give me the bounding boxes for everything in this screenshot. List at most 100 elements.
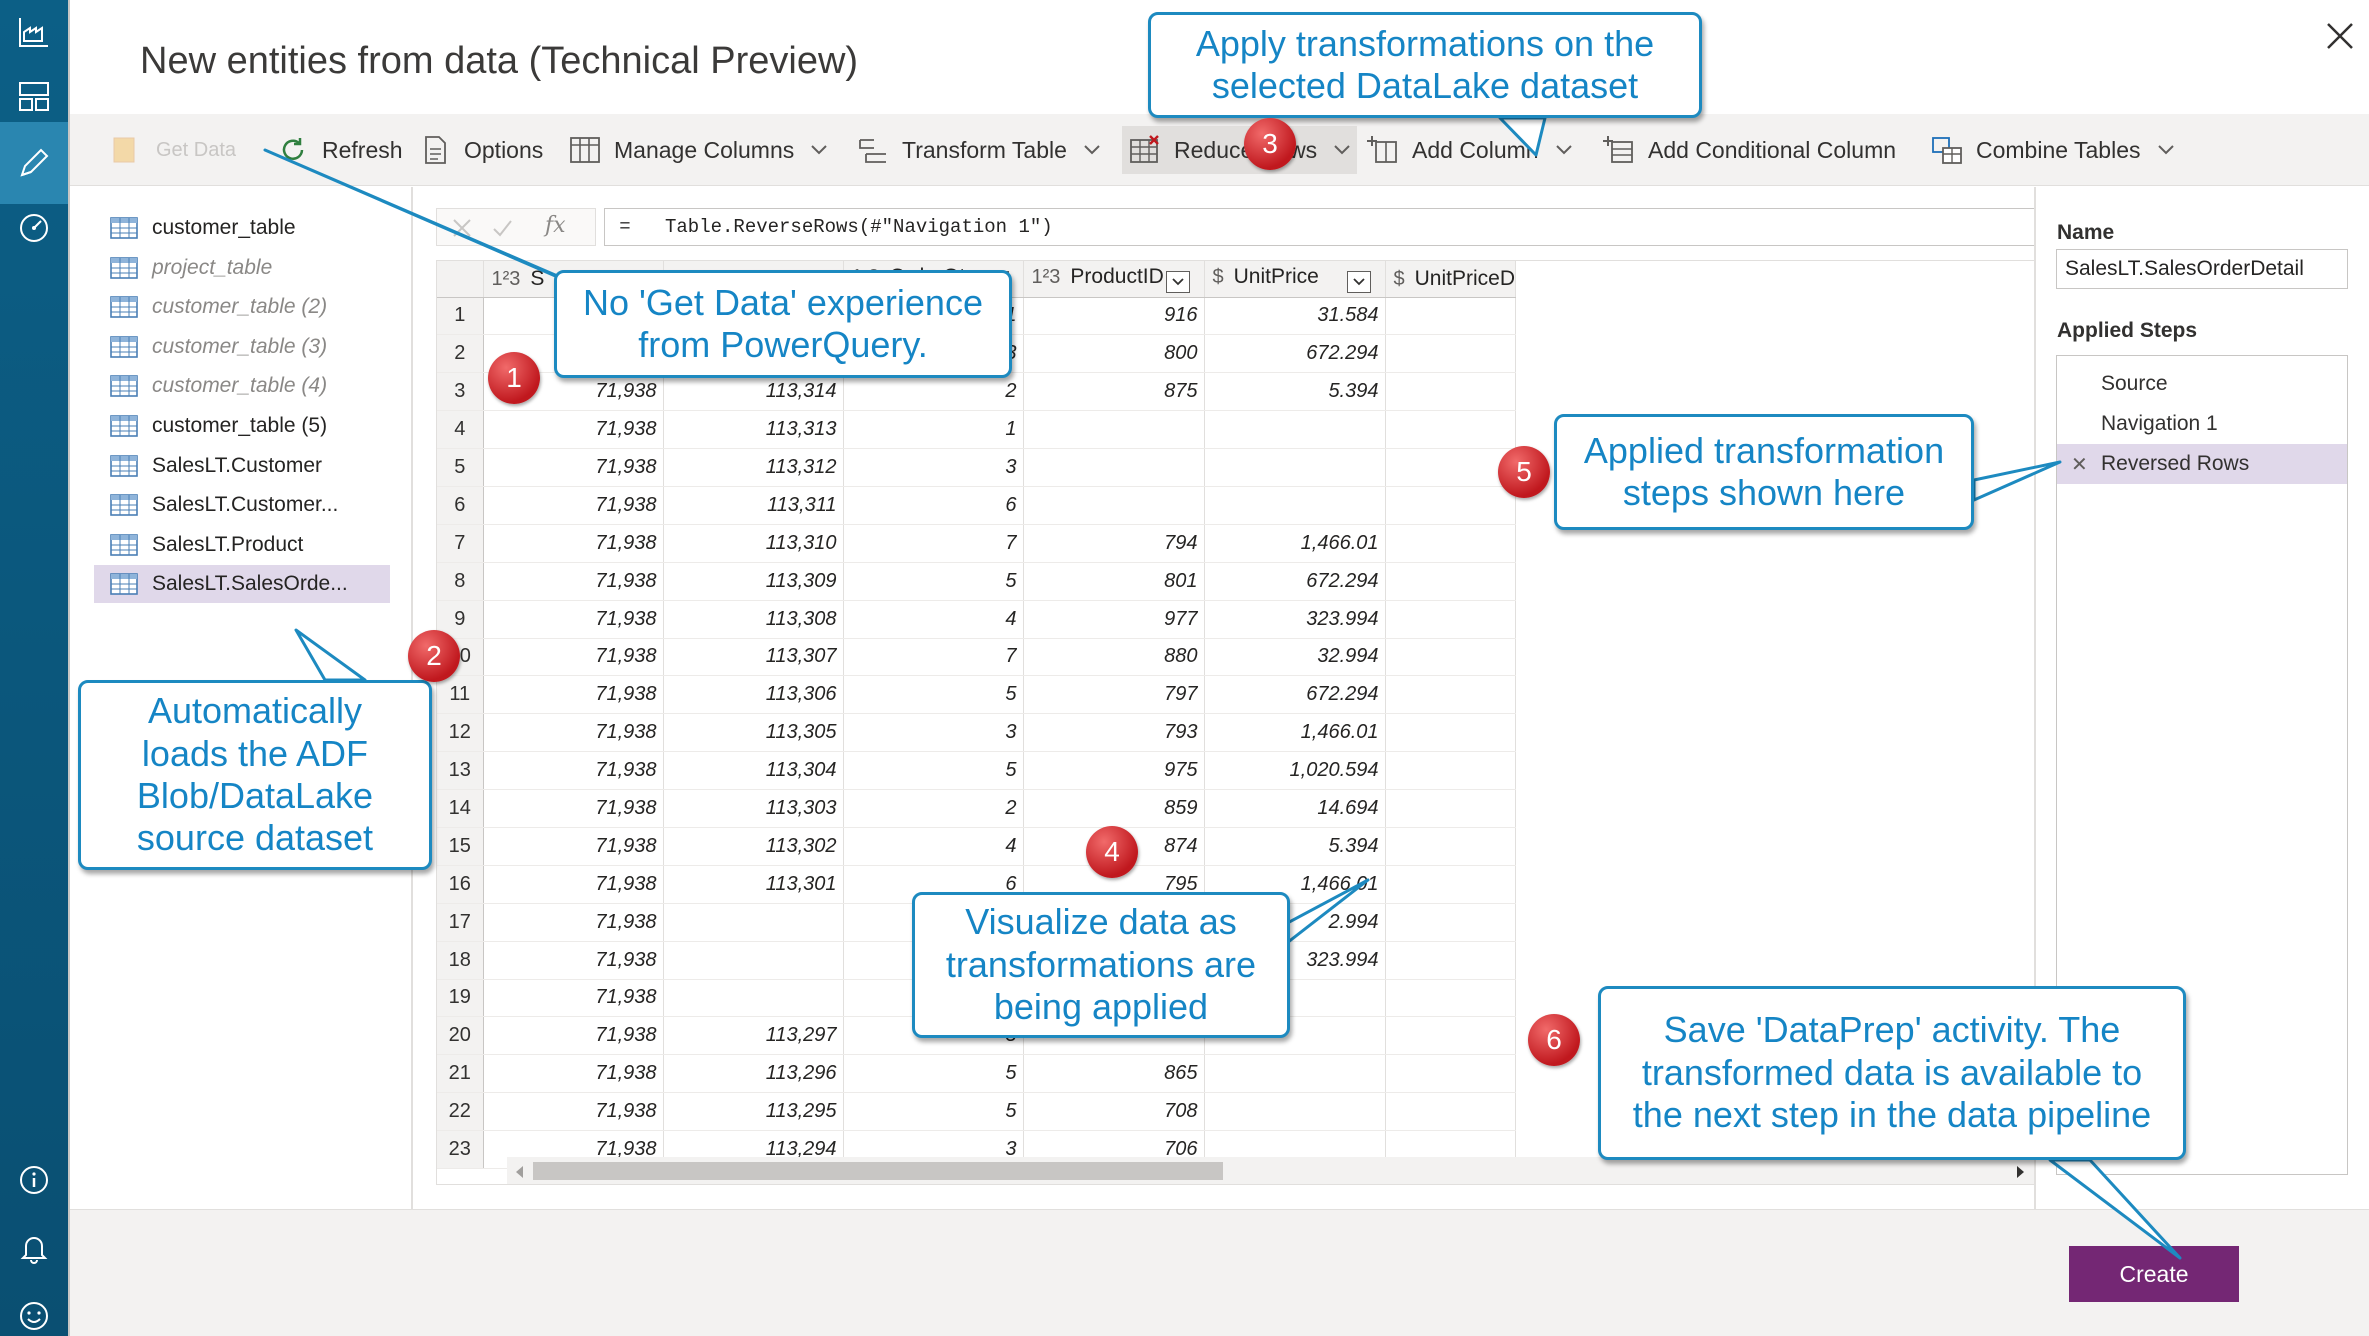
get-data-button[interactable]: Get Data <box>110 126 236 174</box>
table-cell[interactable]: 672.294 <box>1204 334 1386 374</box>
table-cell[interactable]: 71,938 <box>483 600 664 639</box>
table-cell[interactable]: 4 <box>843 827 1024 866</box>
table-cell[interactable]: 793 <box>1023 713 1205 753</box>
horizontal-scrollbar[interactable] <box>507 1157 2048 1184</box>
table-cell[interactable]: 3 <box>843 713 1024 753</box>
smiley-feedback-icon[interactable] <box>10 1292 58 1336</box>
table-cell[interactable] <box>1023 486 1205 525</box>
table-cell[interactable]: 113,306 <box>663 675 844 715</box>
table-cell[interactable]: 113,314 <box>663 372 844 412</box>
table-cell[interactable]: 672.294 <box>1204 562 1386 601</box>
table-cell[interactable]: 113,304 <box>663 751 844 791</box>
table-cell[interactable] <box>663 903 844 942</box>
table-cell[interactable]: 875 <box>1023 372 1205 412</box>
table-cell[interactable] <box>1385 486 1516 525</box>
table-cell[interactable]: 32.994 <box>1204 638 1386 677</box>
table-cell[interactable]: 71,938 <box>483 486 664 525</box>
table-cell[interactable] <box>1385 713 1516 753</box>
table-cell[interactable] <box>1385 334 1516 374</box>
table-cell[interactable] <box>1385 1092 1516 1132</box>
table-cell[interactable]: 71,938 <box>483 941 664 980</box>
cancel-formula-icon[interactable] <box>451 217 473 239</box>
table-cell[interactable]: 708 <box>1023 1092 1205 1132</box>
table-cell[interactable]: 5 <box>843 1092 1024 1132</box>
table-cell[interactable]: 859 <box>1023 789 1205 828</box>
author-pencil-icon[interactable] <box>0 122 68 204</box>
monitor-gauge-icon[interactable] <box>10 204 58 252</box>
table-cell[interactable]: 801 <box>1023 562 1205 601</box>
table-cell[interactable] <box>1023 410 1205 450</box>
table-cell[interactable]: 71,938 <box>483 1092 664 1132</box>
applied-step[interactable]: Source <box>2057 364 2347 404</box>
scroll-left-icon[interactable] <box>513 1165 525 1179</box>
horizontal-scroll-thumb[interactable] <box>533 1162 1223 1180</box>
table-cell[interactable] <box>663 941 844 980</box>
table-cell[interactable] <box>1385 941 1516 980</box>
table-cell[interactable]: 7 <box>843 524 1024 563</box>
table-cell[interactable]: 71,938 <box>483 713 664 753</box>
table-cell[interactable]: 71,938 <box>483 751 664 791</box>
combine-tables-button[interactable]: Combine Tables <box>1930 126 2175 174</box>
table-cell[interactable] <box>1385 562 1516 601</box>
table-cell[interactable] <box>1385 903 1516 942</box>
bell-icon[interactable] <box>10 1224 58 1272</box>
table-cell[interactable]: 5.394 <box>1204 372 1386 412</box>
table-cell[interactable]: 113,310 <box>663 524 844 563</box>
table-cell[interactable]: 31.584 <box>1204 297 1386 336</box>
table-cell[interactable]: 71,938 <box>483 979 664 1018</box>
table-cell[interactable] <box>1204 410 1386 450</box>
nav-query-item[interactable]: customer_table (2) <box>94 288 390 326</box>
table-cell[interactable] <box>1385 827 1516 866</box>
nav-query-item[interactable]: customer_table (5) <box>94 407 390 445</box>
table-cell[interactable]: 4 <box>843 600 1024 639</box>
table-cell[interactable]: 113,296 <box>663 1054 844 1094</box>
table-cell[interactable] <box>1204 486 1386 525</box>
column-header[interactable]: $ UnitPriceD <box>1385 261 1516 298</box>
table-cell[interactable]: 5 <box>843 675 1024 715</box>
table-cell[interactable] <box>1385 524 1516 563</box>
table-cell[interactable]: 1,020.594 <box>1204 751 1386 791</box>
add-conditional-column-button[interactable]: Add Conditional Column <box>1602 126 1896 174</box>
table-cell[interactable]: 14.694 <box>1204 789 1386 828</box>
table-cell[interactable] <box>1385 865 1516 904</box>
nav-query-item[interactable]: SalesLT.Product <box>94 526 390 564</box>
info-icon[interactable] <box>10 1156 58 1204</box>
nav-query-item[interactable]: SalesLT.SalesOrde... <box>94 565 390 604</box>
table-cell[interactable]: 5.394 <box>1204 827 1386 866</box>
table-cell[interactable]: 1,466.01 <box>1204 713 1386 753</box>
nav-query-item[interactable]: SalesLT.Customer... <box>94 486 390 524</box>
transform-table-button[interactable]: Transform Table <box>856 126 1101 174</box>
manage-columns-button[interactable]: Manage Columns <box>568 126 828 174</box>
table-cell[interactable]: 71,938 <box>483 1016 664 1056</box>
table-cell[interactable]: 880 <box>1023 638 1205 677</box>
table-cell[interactable] <box>1385 979 1516 1018</box>
table-cell[interactable]: 3 <box>843 448 1024 487</box>
column-filter-dropdown-icon[interactable] <box>1346 270 1371 293</box>
close-icon[interactable] <box>2320 16 2360 56</box>
delete-step-icon[interactable]: ✕ <box>2071 452 2088 477</box>
table-cell[interactable] <box>1385 600 1516 639</box>
column-filter-dropdown-icon[interactable] <box>1165 270 1190 293</box>
nav-query-item[interactable]: customer_table (4) <box>94 367 390 405</box>
table-cell[interactable]: 113,301 <box>663 865 844 904</box>
table-cell[interactable] <box>1385 789 1516 828</box>
applied-step[interactable]: Navigation 1 <box>2057 404 2347 444</box>
table-cell[interactable] <box>1204 1092 1386 1132</box>
table-cell[interactable]: 1,466.01 <box>1204 524 1386 563</box>
table-cell[interactable] <box>1385 1054 1516 1094</box>
table-cell[interactable] <box>1385 1016 1516 1056</box>
table-cell[interactable]: 71,938 <box>483 1054 664 1094</box>
table-cell[interactable]: 794 <box>1023 524 1205 563</box>
table-cell[interactable] <box>1385 448 1516 487</box>
table-cell[interactable]: 6 <box>843 486 1024 525</box>
nav-query-item[interactable]: customer_table <box>94 209 390 247</box>
table-cell[interactable]: 800 <box>1023 334 1205 374</box>
table-cell[interactable]: 975 <box>1023 751 1205 791</box>
column-header[interactable]: $ UnitPrice <box>1204 261 1386 298</box>
factory-chart-icon[interactable] <box>10 8 58 56</box>
table-cell[interactable]: 71,938 <box>483 562 664 601</box>
column-header[interactable]: 1²3 ProductID <box>1023 261 1205 298</box>
table-cell[interactable]: 71,938 <box>483 448 664 487</box>
table-cell[interactable]: 71,938 <box>483 903 664 942</box>
table-cell[interactable]: 113,297 <box>663 1016 844 1056</box>
